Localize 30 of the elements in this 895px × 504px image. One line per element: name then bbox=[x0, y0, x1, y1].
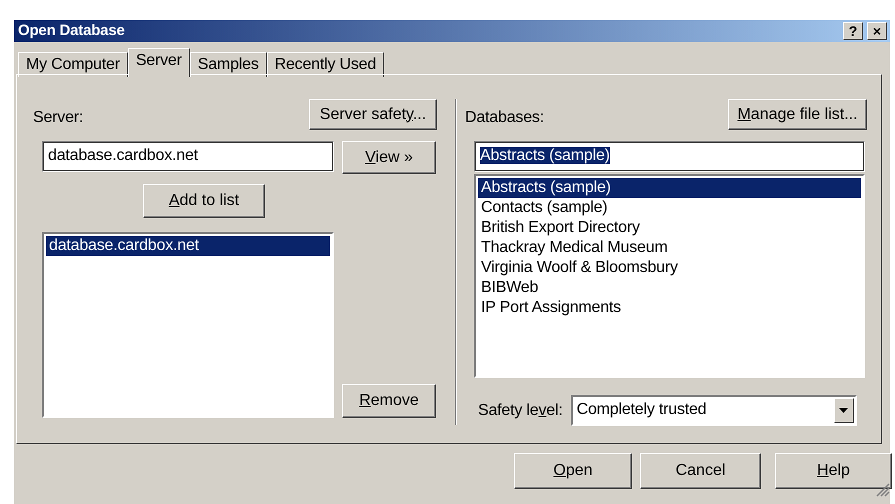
list-item[interactable]: BIBWeb bbox=[478, 278, 861, 298]
server-input-field[interactable]: database.cardbox.net bbox=[42, 141, 334, 172]
tab[interactable]: Recently Used bbox=[266, 52, 384, 77]
list-item[interactable]: IP Port Assignments bbox=[478, 298, 861, 318]
view-button[interactable]: View » bbox=[342, 141, 436, 174]
manage-file-list-button[interactable]: Manage file list... bbox=[728, 99, 867, 130]
help-button[interactable]: ? bbox=[843, 22, 863, 40]
list-item[interactable]: Abstracts (sample) bbox=[478, 178, 861, 198]
tab[interactable]: Samples bbox=[190, 52, 267, 77]
database-name-field[interactable]: Abstracts (sample) bbox=[474, 141, 865, 172]
safety-level-label: Safety level: bbox=[478, 400, 563, 420]
list-item[interactable]: Contacts (sample) bbox=[478, 198, 861, 218]
tab[interactable]: Server bbox=[128, 48, 190, 77]
databases-label: Databases: bbox=[465, 108, 544, 128]
add-to-list-button[interactable]: Add to list bbox=[143, 184, 265, 218]
safety-level-dropdown[interactable]: Completely trusted bbox=[570, 395, 857, 426]
close-button[interactable]: × bbox=[867, 22, 887, 40]
cancel-button[interactable]: Cancel bbox=[640, 453, 761, 489]
window-title: Open Database bbox=[18, 20, 125, 41]
help-button[interactable]: Help bbox=[775, 453, 892, 489]
list-item[interactable]: British Export Directory bbox=[478, 218, 861, 238]
resize-grip-icon[interactable] bbox=[876, 483, 890, 497]
list-item[interactable]: database.cardbox.net bbox=[46, 236, 330, 256]
list-item[interactable]: Virginia Woolf & Bloomsbury bbox=[478, 258, 861, 278]
remove-button[interactable]: Remove bbox=[342, 384, 436, 418]
open-button[interactable]: Open bbox=[514, 453, 632, 489]
server-label: Server: bbox=[33, 108, 84, 128]
tab[interactable]: My Computer bbox=[18, 52, 128, 77]
list-item[interactable]: Thackray Medical Museum bbox=[478, 238, 861, 258]
server-safety-button[interactable]: Server safety... bbox=[309, 99, 437, 130]
